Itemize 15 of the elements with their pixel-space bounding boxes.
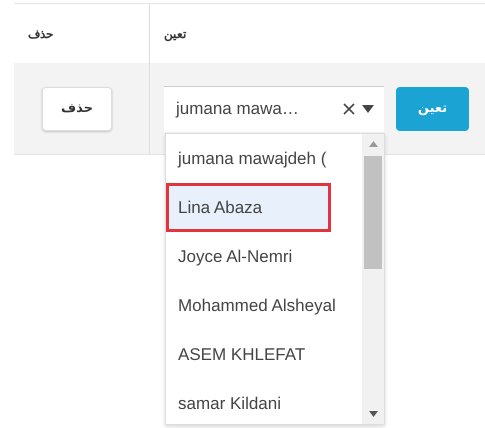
dropdown-option[interactable]: ASEM KHLEFAT: [166, 330, 362, 379]
scroll-down-icon[interactable]: [368, 411, 378, 417]
dropdown-option[interactable]: Mohammed Alsheyal: [166, 281, 362, 330]
clear-icon[interactable]: [342, 102, 356, 116]
dropdown-option[interactable]: Lina Abaza: [166, 183, 331, 232]
caret-icon[interactable]: [362, 105, 374, 113]
dropdown-option[interactable]: jumana mawajdeh (: [166, 134, 362, 183]
scroll-thumb[interactable]: [364, 156, 382, 269]
scrollbar[interactable]: [362, 134, 384, 424]
dropdown-option[interactable]: samar Kildani: [166, 379, 362, 424]
column-header: حذف: [28, 26, 53, 40]
column-header: تعين: [164, 26, 186, 40]
delete-button[interactable]: حذف: [42, 86, 112, 130]
assignee-select[interactable]: jumana mawa…: [164, 86, 384, 132]
dropdown-option[interactable]: Joyce Al-Nemri: [166, 232, 362, 281]
